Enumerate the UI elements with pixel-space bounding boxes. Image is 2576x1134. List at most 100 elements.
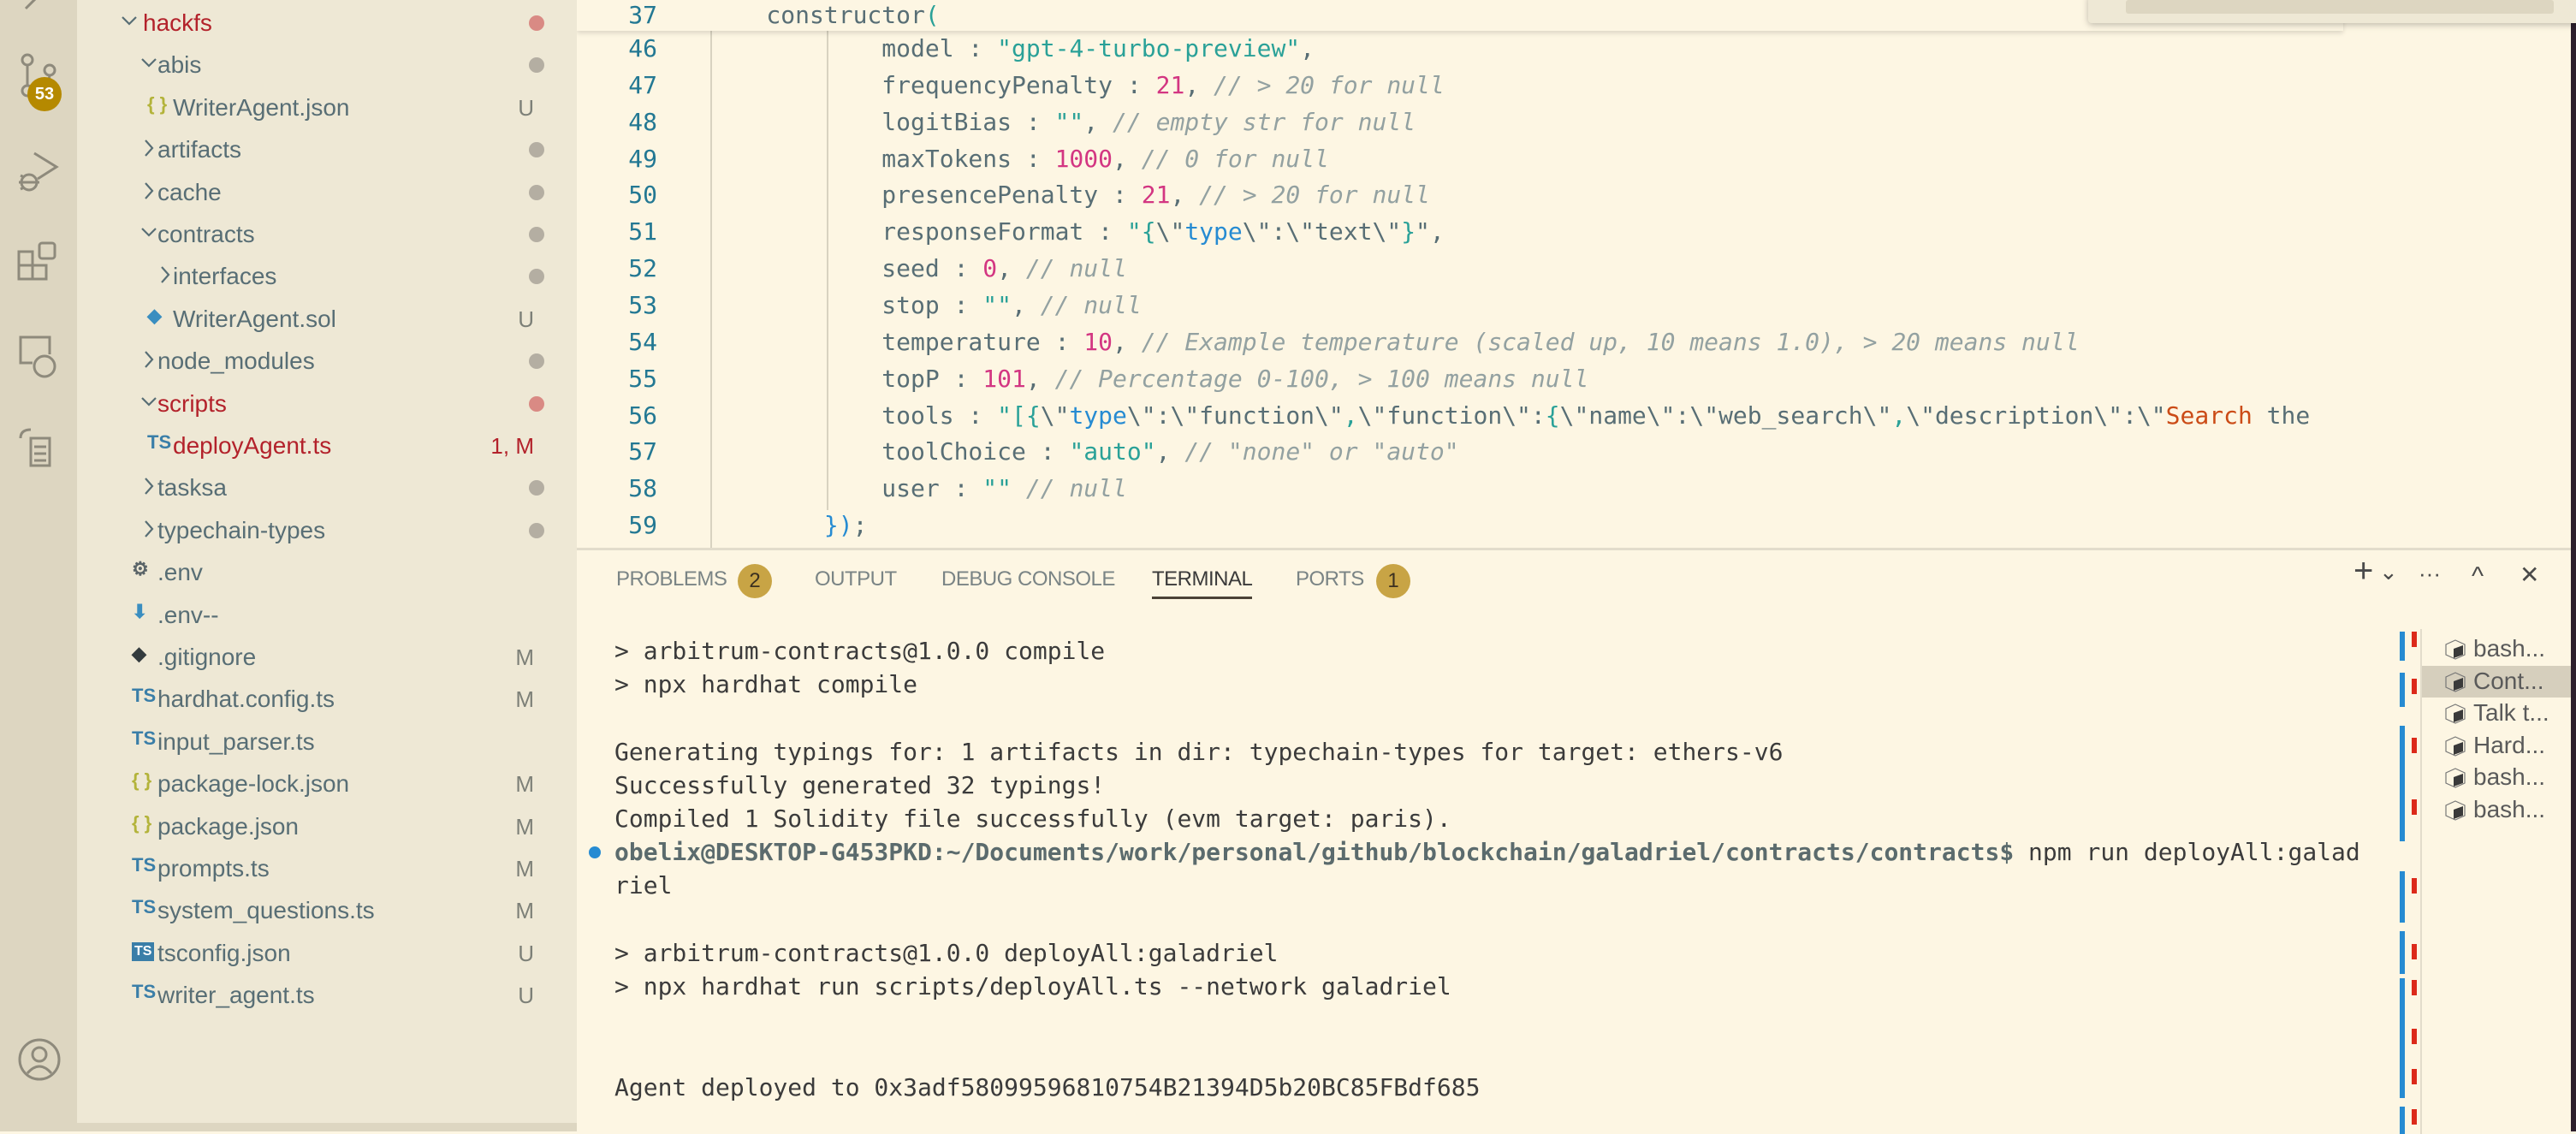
explorer-item-label: prompts.ts [157, 855, 270, 882]
outline-section-header[interactable] [77, 1123, 577, 1131]
chevron-right-icon[interactable] [156, 262, 175, 288]
extensions-icon[interactable] [17, 241, 62, 286]
code-text: stop : "", // null [709, 287, 1141, 324]
chevron-right-icon[interactable] [139, 135, 158, 161]
typescript-file-icon: TS [132, 685, 157, 707]
bottom-panel: PROBLEMS 2 OUTPUT DEBUG CONSOLE TERMINAL PORT… [577, 548, 2576, 1134]
terminal-scrollbar-decorations[interactable] [2400, 632, 2420, 1134]
explorer-item[interactable]: cache [77, 171, 577, 213]
chevron-down-icon[interactable] [139, 389, 158, 415]
code-line[interactable]: 53 stop : "", // null [577, 287, 2343, 324]
code-line[interactable]: 55 topP : 101, // Percentage 0-100, > 10… [577, 360, 2343, 397]
explorer-item[interactable]: abis [77, 44, 577, 86]
explorer-item[interactable]: { } WriterAgent.json U [77, 86, 577, 128]
scroll-mark-error [2412, 679, 2417, 694]
status-dot [529, 227, 544, 242]
chevron-right-icon[interactable] [139, 178, 158, 204]
terminal-session[interactable]: Cont... [2422, 665, 2576, 698]
code-text: frequencyPenalty : 21, // > 20 for null [709, 67, 1444, 104]
explorer-item[interactable]: TS input_parser.ts [77, 721, 577, 763]
code-token: [{ [1012, 401, 1041, 430]
remote-explorer-icon[interactable] [17, 334, 62, 378]
json-file-icon: { } [147, 92, 168, 115]
code-token: ; [852, 511, 868, 540]
explorer-item[interactable]: { } package.json M [77, 805, 577, 847]
code-token: { [1141, 217, 1156, 246]
explorer-item[interactable]: node_modules [77, 340, 577, 382]
code-line[interactable]: 47 frequencyPenalty : 21, // > 20 for nu… [577, 67, 2343, 104]
status-dot [529, 15, 544, 31]
explorer-item[interactable]: TS writer_agent.ts U [77, 974, 577, 1016]
explorer-item[interactable]: interfaces [77, 255, 577, 297]
code-line[interactable]: 50 presencePenalty : 21, // > 20 for nul… [577, 176, 2343, 213]
explorer-item[interactable]: TS system_questions.ts M [77, 889, 577, 931]
explorer-item[interactable]: artifacts [77, 128, 577, 170]
debug-icon[interactable] [17, 150, 62, 194]
terminal-session[interactable]: bash... [2422, 762, 2576, 793]
terminal-session[interactable]: Hard... [2422, 730, 2576, 762]
explorer-item[interactable]: typechain-types [77, 509, 577, 551]
explorer-item-label: WriterAgent.sol [173, 305, 336, 332]
explorer-item[interactable]: contracts [77, 213, 577, 255]
panel-tab-terminal[interactable]: TERMINAL [1152, 567, 1253, 599]
chevron-down-icon[interactable] [139, 220, 158, 246]
explorer-item[interactable]: hackfs [77, 2, 577, 44]
code-line[interactable]: 57 toolChoice : "auto", // "none" or "au… [577, 433, 2343, 470]
chevron-down-icon[interactable] [139, 50, 158, 76]
terminal-session[interactable]: Talk t... [2422, 698, 2576, 729]
explorer-item[interactable]: TS prompts.ts M [77, 847, 577, 889]
chevron-right-icon[interactable] [139, 347, 158, 372]
explorer-item-label: .env [157, 559, 203, 586]
more-actions-button[interactable]: ··· [2419, 561, 2441, 587]
explorer-item[interactable]: TS tsconfig.json U [77, 932, 577, 974]
command-decoration-icon[interactable] [589, 846, 601, 859]
terminal-text: Successfully generated 32 typings! [614, 770, 1106, 799]
tasks-icon[interactable] [17, 426, 62, 471]
code-line[interactable]: 59 }); [577, 507, 2343, 543]
panel-tab-ports[interactable]: PORTS [1296, 567, 1364, 591]
terminal-session[interactable]: bash... [2422, 794, 2576, 826]
explorer-item[interactable]: ⚙ .env [77, 551, 577, 593]
code-line[interactable]: 51 responseFormat : "{\"type\":\"text\"}… [577, 213, 2343, 250]
code-line[interactable]: 52 seed : 0, // null [577, 250, 2343, 287]
terminal-bash-icon [2444, 638, 2466, 661]
chevron-right-icon[interactable] [139, 516, 158, 542]
code-line[interactable]: 37 constructor( [577, 0, 2343, 33]
explorer-item-label: typechain-types [157, 516, 326, 543]
explorer-item[interactable]: scripts [77, 383, 577, 425]
account-icon[interactable] [17, 1037, 62, 1082]
sticky-scroll-line[interactable]: 37 constructor( [577, 0, 2343, 31]
code-line[interactable]: 48 logitBias : "", // empty str for null [577, 104, 2343, 140]
code-token: , [1025, 364, 1055, 393]
explorer-item[interactable]: ⬇ .env-- [77, 594, 577, 636]
explorer-item[interactable]: ◆ .gitignore M [77, 636, 577, 678]
code-token: 101 [982, 364, 1026, 393]
code-token: \"function\": [1357, 401, 1546, 430]
explorer-item[interactable]: tasksa [77, 466, 577, 508]
code-line[interactable]: 49 maxTokens : 1000, // 0 for null [577, 140, 2343, 177]
code-token: // Percentage 0-100, > 100 means null [1054, 364, 1589, 393]
status-dot [529, 353, 544, 370]
files-icon[interactable] [17, 0, 62, 19]
panel-tab-debug-console[interactable]: DEBUG CONSOLE [941, 567, 1115, 591]
maximize-panel-button[interactable]: ^ [2472, 562, 2484, 591]
chevron-right-icon[interactable] [139, 473, 158, 499]
explorer-item[interactable]: ◆ WriterAgent.sol U [77, 298, 577, 340]
panel-tab-problems[interactable]: PROBLEMS [616, 567, 727, 591]
close-panel-button[interactable]: ✕ [2520, 561, 2539, 589]
code-line[interactable]: 54 temperature : 10, // Example temperat… [577, 324, 2343, 360]
line-number: 59 [628, 511, 657, 540]
terminal-dropdown-button[interactable]: ⌄ [2379, 559, 2398, 585]
code-line[interactable]: 58 user : "" // null [577, 470, 2343, 507]
code-token: presencePenalty : [709, 181, 1142, 210]
code-editor[interactable]: 37 constructor( 46 model : "gpt-4-turbo-… [577, 0, 2576, 548]
code-line[interactable]: 46 model : "gpt-4-turbo-preview", [577, 30, 2343, 67]
code-line[interactable]: 56 tools : "[{\"type\":\"function\",\"fu… [577, 397, 2343, 434]
new-terminal-button[interactable]: + [2353, 552, 2373, 591]
explorer-item[interactable]: { } package-lock.json M [77, 763, 577, 804]
terminal-session[interactable]: bash... [2422, 633, 2576, 665]
explorer-item[interactable]: TS hardhat.config.ts M [77, 678, 577, 720]
explorer-item[interactable]: TS deployAgent.ts 1, M [77, 425, 577, 466]
panel-tab-output[interactable]: OUTPUT [815, 567, 897, 591]
chevron-down-icon[interactable] [120, 9, 139, 34]
